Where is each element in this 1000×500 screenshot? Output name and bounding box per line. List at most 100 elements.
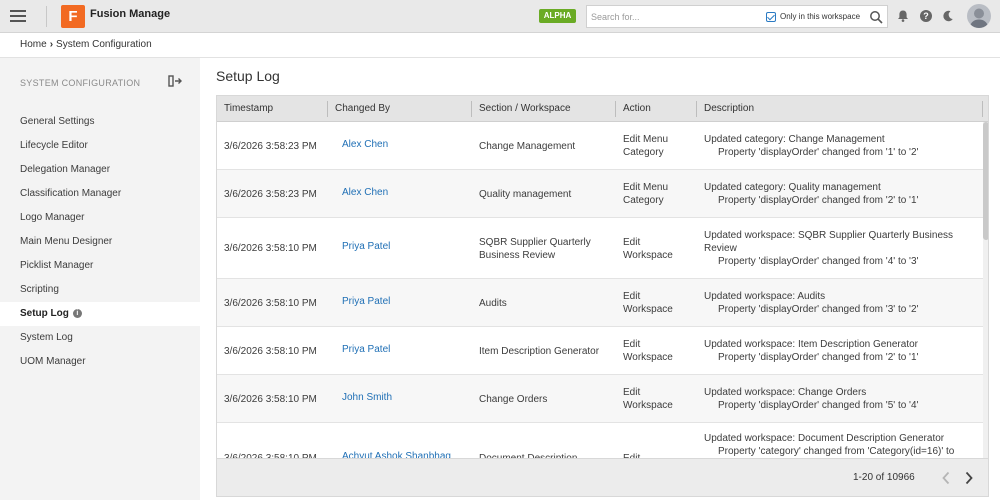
cell-changed-by[interactable]: Alex Chen <box>342 138 388 151</box>
sidebar-item-logo-manager[interactable]: Logo Manager <box>0 206 200 230</box>
chevron-right-icon[interactable] <box>961 469 977 487</box>
cell-line: Workspace <box>623 304 673 315</box>
cell-line: Change Orders <box>479 394 548 405</box>
description-main: Updated category: Quality management <box>704 182 881 193</box>
cell-line: Priya Patel <box>342 344 391 355</box>
cell-description: Updated workspace: SQBR Supplier Quarter… <box>704 229 974 268</box>
cell-timestamp: 3/6/2026 3:58:23 PM <box>224 188 317 201</box>
table-row[interactable]: 3/6/2026 3:58:10 PM Achyut Ashok Shanbhag… <box>217 423 983 459</box>
cell-changed-by[interactable]: Priya Patel <box>342 295 390 308</box>
chevron-left-icon[interactable] <box>938 469 954 487</box>
cell-section: Item Description Generator <box>479 345 599 358</box>
table-row[interactable]: 3/6/2026 3:58:23 PM Alex Chen Change Manag… <box>217 122 983 170</box>
cell-line: John Smith <box>342 392 393 403</box>
sidebar-item-system-log[interactable]: System Log <box>0 326 200 350</box>
sidebar-item-setup-log[interactable]: Setup Log i <box>0 302 200 326</box>
cell-line: Business Review <box>479 250 556 261</box>
help-icon[interactable]: ? <box>918 8 934 24</box>
info-icon[interactable]: i <box>72 308 82 318</box>
setup-log-table: Timestamp Changed By Section / Workspace… <box>216 95 989 459</box>
description-detail: Property 'displayOrder' changed from '2'… <box>718 195 919 206</box>
moon-icon[interactable] <box>940 8 956 24</box>
column-header-description[interactable]: Description <box>697 96 754 121</box>
breadcrumb: Home › System Configuration <box>20 39 152 50</box>
cell-changed-by[interactable]: Alex Chen <box>342 186 388 199</box>
cell-timestamp: 3/6/2026 3:58:10 PM <box>224 297 317 310</box>
cell-timestamp: 3/6/2026 3:58:10 PM <box>224 393 317 406</box>
cell-description: Updated workspace: Audits Property 'displ… <box>704 290 974 316</box>
sidebar-item-uom-manager[interactable]: UOM Manager <box>0 350 200 374</box>
description-detail: Property 'displayOrder' changed from '2'… <box>718 352 919 363</box>
column-header-action[interactable]: Action <box>616 96 651 121</box>
top-bar: F Fusion Manage ALPHA Only in this works… <box>0 0 1000 33</box>
table-row[interactable]: 3/6/2026 3:58:23 PM Alex Chen Quality mana… <box>217 170 983 218</box>
column-header-timestamp[interactable]: Timestamp <box>217 96 273 121</box>
cell-action: Edit Menu Category <box>623 181 668 207</box>
cell-changed-by[interactable]: Priya Patel <box>342 240 390 253</box>
cell-line: 3/6/2026 3:58:10 PM <box>224 298 317 309</box>
sidebar-item-picklist-manager[interactable]: Picklist Manager <box>0 254 200 278</box>
sidebar-item-general-settings[interactable]: General Settings <box>0 110 200 134</box>
sidebar-item-classification-manager[interactable]: Classification Manager <box>0 182 200 206</box>
bell-icon[interactable] <box>895 8 911 24</box>
cell-description: Updated category: Quality management Prop… <box>704 181 974 207</box>
cell-action: Edit Workspace <box>623 386 673 412</box>
cell-line: Edit <box>623 453 641 459</box>
avatar[interactable] <box>967 4 991 28</box>
description-main: Updated workspace: Document Description … <box>704 433 945 444</box>
scrollbar-thumb[interactable] <box>983 122 988 240</box>
sidebar-item-lifecycle-editor[interactable]: Lifecycle Editor <box>0 134 200 158</box>
column-divider[interactable] <box>982 101 983 117</box>
search-icon[interactable] <box>869 10 883 24</box>
cell-line: Category <box>623 195 664 206</box>
table-row[interactable]: 3/6/2026 3:58:10 PM Priya Patel Audits Edit… <box>217 279 983 327</box>
cell-description: Updated category: Change Management Prope… <box>704 133 974 159</box>
cell-line: Item Description Generator <box>479 346 600 357</box>
sidebar-item-delegation-manager[interactable]: Delegation Manager <box>0 158 200 182</box>
workspace-only-label[interactable]: Only in this workspace <box>780 12 860 21</box>
cell-line: 3/6/2026 3:58:10 PM <box>224 243 317 254</box>
table-row[interactable]: 3/6/2026 3:58:10 PM Priya Patel Item Descr… <box>217 327 983 375</box>
cell-description: Updated workspace: Change Orders Property… <box>704 386 974 412</box>
table-row[interactable]: 3/6/2026 3:58:10 PM Priya Patel SQBR Suppl… <box>217 218 983 279</box>
description-main: Review <box>704 243 737 254</box>
cell-line: Change Management <box>479 141 576 152</box>
pagination-info: 1-20 of 10966 <box>853 472 915 483</box>
svg-text:?: ? <box>923 11 929 21</box>
cell-line: Category <box>623 147 664 158</box>
menu-icon[interactable] <box>10 10 26 22</box>
sidebar-item-scripting[interactable]: Scripting <box>0 278 200 302</box>
sidebar: SYSTEM CONFIGURATION General Settings Li… <box>0 58 200 500</box>
cell-changed-by[interactable]: John Smith <box>342 391 392 404</box>
column-header-changed-by[interactable]: Changed By <box>328 96 390 121</box>
breadcrumb-home[interactable]: Home <box>20 39 47 50</box>
column-header-section[interactable]: Section / Workspace <box>472 96 571 121</box>
table-footer: 1-20 of 10966 <box>216 459 989 497</box>
cell-line: 3/6/2026 3:58:10 PM <box>224 394 317 405</box>
cell-line: SQBR Supplier Quarterly <box>479 237 591 248</box>
cell-changed-by[interactable]: Priya Patel <box>342 343 390 356</box>
table-row[interactable]: 3/6/2026 3:58:10 PM John Smith Change Orde… <box>217 375 983 423</box>
description-detail: Property 'displayOrder' changed from '4'… <box>718 256 919 267</box>
sidebar-title: SYSTEM CONFIGURATION <box>20 78 141 88</box>
cell-section: Document Description <box>479 452 577 458</box>
cell-changed-by[interactable]: Achyut Ashok Shanbhag <box>342 450 451 458</box>
table-scrollbar[interactable] <box>983 122 988 458</box>
workspace-only-checkbox[interactable] <box>766 12 776 22</box>
app-logo: F <box>61 5 85 28</box>
breadcrumb-current[interactable]: System Configuration <box>56 39 152 50</box>
cell-line: Priya Patel <box>342 296 391 307</box>
table-header: Timestamp Changed By Section / Workspace… <box>217 96 988 122</box>
cell-action: Edit Workspace <box>623 236 673 262</box>
cell-line: 3/6/2026 3:58:10 PM <box>224 453 317 459</box>
cell-line: Edit Menu <box>623 134 669 145</box>
search-input[interactable] <box>591 9 751 24</box>
cell-action: Edit <box>623 452 641 459</box>
collapse-sidebar-icon[interactable] <box>168 75 182 87</box>
description-detail: Property 'displayOrder' changed from '3'… <box>718 304 919 315</box>
cell-line: Workspace <box>623 250 673 261</box>
sidebar-item-main-menu-designer[interactable]: Main Menu Designer <box>0 230 200 254</box>
description-detail: Property 'category' changed from 'Catego… <box>718 446 955 457</box>
cell-timestamp: 3/6/2026 3:58:10 PM <box>224 452 317 459</box>
cell-action: Edit Workspace <box>623 290 673 316</box>
